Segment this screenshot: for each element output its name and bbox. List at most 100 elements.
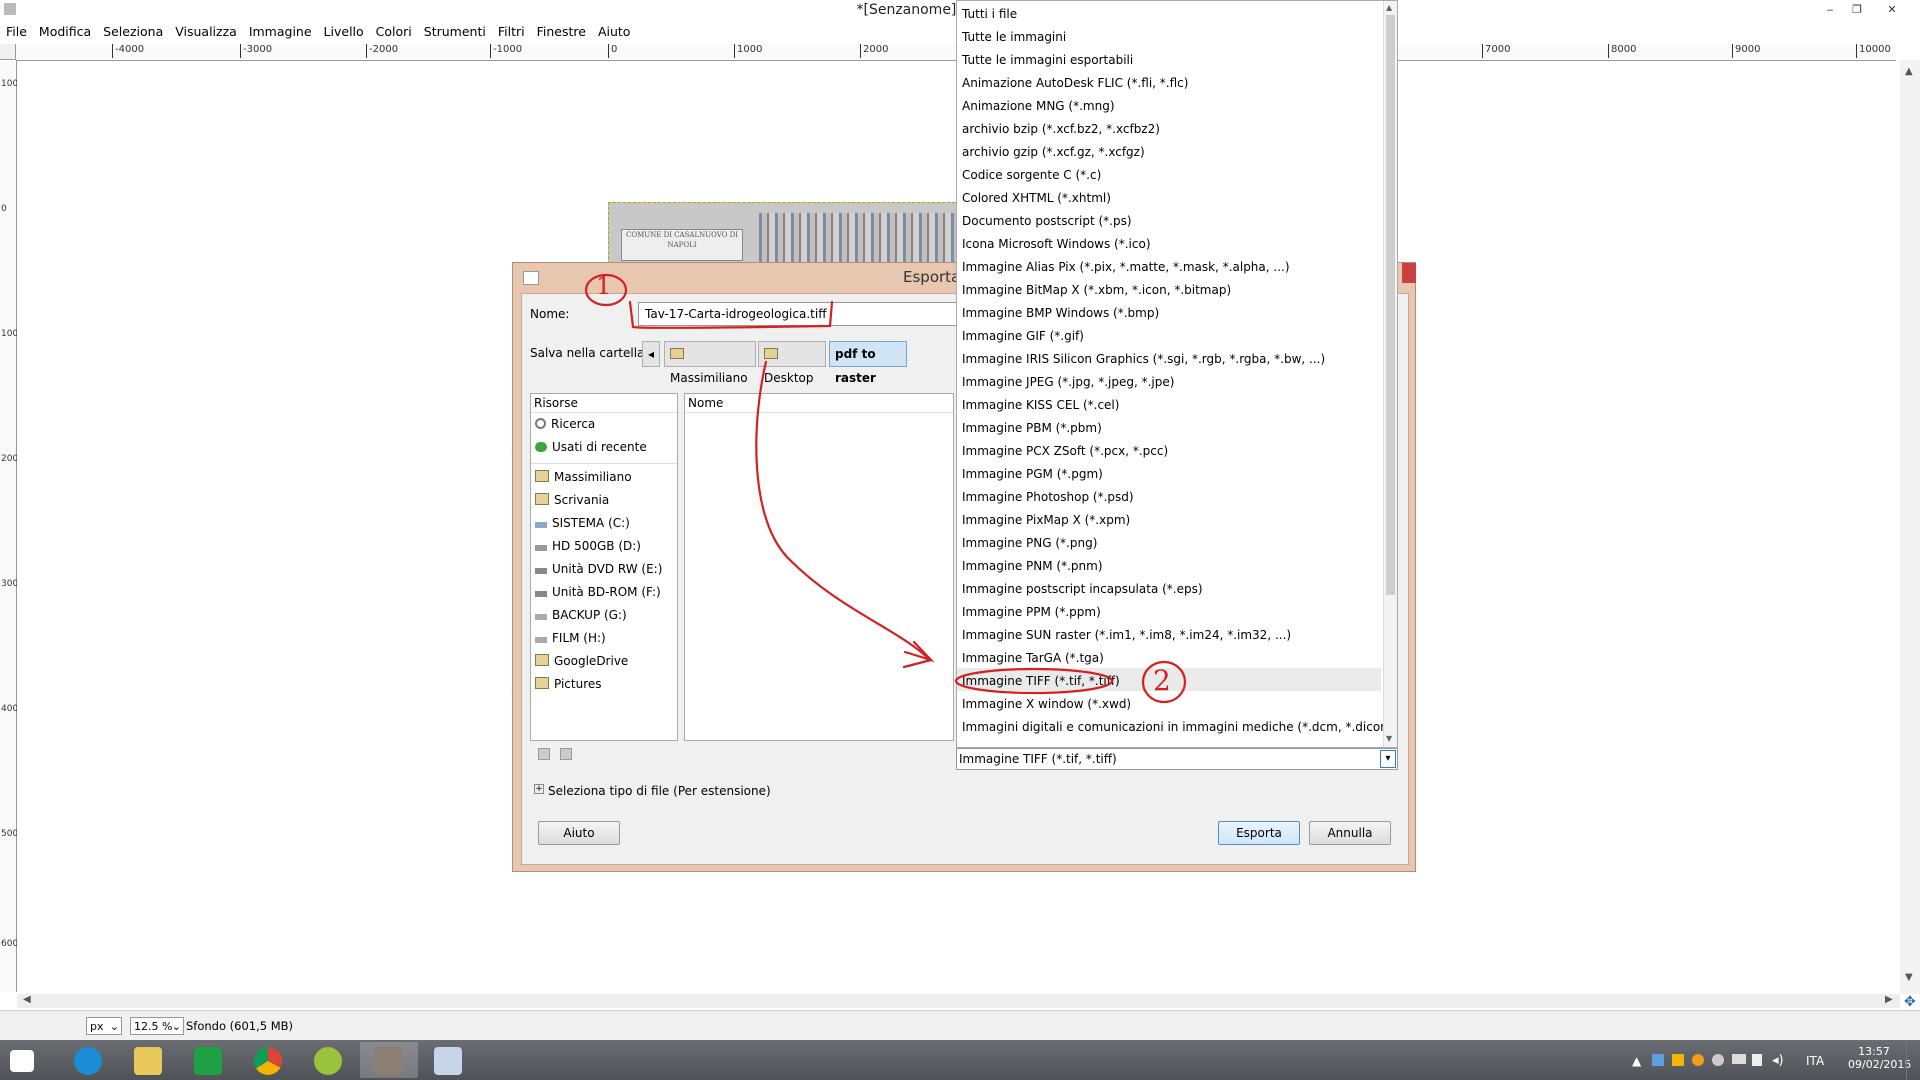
cancel-button[interactable]: Annulla [1309,821,1391,845]
dropdown-scrollbar[interactable]: ▲ ▼ [1383,1,1397,747]
files-header-name[interactable]: Nome [685,394,953,413]
menu-visualizza[interactable]: Visualizza [169,22,243,39]
scroll-left-icon[interactable]: ◀ [23,994,31,1005]
menu-seleziona[interactable]: Seleziona [97,22,169,39]
show-desktop-button[interactable] [1906,1040,1920,1080]
filetype-option[interactable]: Immagine postscript incapsulata (*.eps) [962,578,1203,601]
menu-strumenti[interactable]: Strumenti [418,22,492,39]
scroll-down-icon[interactable]: ▼ [1905,972,1913,983]
zoom-select[interactable]: 12.5 % ⌄ [130,1017,184,1035]
crumb-massimiliano[interactable]: Massimiliano [664,341,756,385]
place-film[interactable]: FILM (H:) [531,627,677,650]
filetype-select[interactable]: Immagine TIFF (*.tif, *.tiff) ▾ [956,748,1398,770]
windows-start-button[interactable] [0,1042,58,1078]
files-list[interactable]: Nome [684,393,954,741]
crumb-pdf-to-raster[interactable]: pdf to raster [829,341,907,385]
crumb-desktop[interactable]: Desktop [758,341,826,385]
filetype-option[interactable]: Immagine IRIS Silicon Graphics (*.sgi, *… [962,348,1325,371]
filetype-option[interactable]: Documento postscript (*.ps) [962,210,1132,233]
filetype-option[interactable]: Immagine Photoshop (*.psd) [962,486,1134,509]
menu-filtri[interactable]: Filtri [492,22,531,39]
taskbar-store[interactable] [180,1042,238,1078]
filetype-dropdown-list[interactable]: Tutti i file Tutte le immagini Tutte le im… [956,0,1398,748]
filetype-option[interactable]: Immagine PNG (*.png) [962,532,1097,555]
vertical-scrollbar[interactable]: ▲ ▼ [1900,60,1920,994]
place-dvd[interactable]: Unità DVD RW (E:) [531,558,677,581]
filetype-option[interactable]: Tutte le immagini esportabili [962,49,1133,72]
menu-file[interactable]: File [0,22,33,39]
add-bookmark-icon[interactable] [538,748,550,760]
filetype-option[interactable]: Immagine TarGA (*.tga) [962,647,1104,670]
filename-input[interactable] [638,302,958,326]
filetype-option[interactable]: Immagine Alias Pix (*.pix, *.matte, *.ma… [962,256,1290,279]
taskbar-explorer[interactable] [120,1042,178,1078]
filetype-option[interactable]: Immagine JPEG (*.jpg, *.jpeg, *.jpe) [962,371,1174,394]
filetype-option[interactable]: Animazione AutoDesk FLIC (*.fli, *.flc) [962,72,1188,95]
filetype-option[interactable]: Immagine KISS CEL (*.cel) [962,394,1119,417]
filetype-option[interactable]: archivio bzip (*.xcf.bz2, *.xcfbz2) [962,118,1160,141]
expander-plus-icon[interactable]: + [534,784,544,794]
scroll-right-icon[interactable]: ▶ [1885,994,1893,1005]
menu-colori[interactable]: Colori [370,22,418,39]
filetype-option[interactable]: archivio gzip (*.xcf.gz, *.xcfgz) [962,141,1145,164]
taskbar-ie[interactable] [60,1042,118,1078]
export-button[interactable]: Esporta [1218,821,1300,845]
place-recent[interactable]: Usati di recente [531,436,677,459]
filetype-option[interactable]: Immagine PixMap X (*.xpm) [962,509,1130,532]
filetype-option[interactable]: Tutti i file [962,3,1017,26]
scroll-down-icon[interactable]: ▼ [1386,734,1392,743]
remove-bookmark-icon[interactable] [560,748,572,760]
filetype-option[interactable]: Immagine PPM (*.ppm) [962,601,1101,624]
tray-flag-icon[interactable] [1752,1054,1762,1066]
scroll-up-icon[interactable]: ▲ [1386,3,1392,12]
unit-select[interactable]: px ⌄ [86,1017,122,1035]
filetype-option[interactable]: Tutte le immagini [962,26,1066,49]
place-pictures[interactable]: Pictures [531,673,677,696]
tray-volume-icon[interactable]: ◂) [1772,1053,1784,1068]
ruler-corner-button[interactable] [0,44,16,60]
taskbar-gimp[interactable] [360,1042,418,1078]
menu-immagine[interactable]: Immagine [243,22,318,39]
tray-app-icon[interactable] [1692,1054,1704,1066]
place-bdrom[interactable]: Unità BD-ROM (F:) [531,581,677,604]
horizontal-scrollbar[interactable]: ◀ ▶ [17,994,1900,1008]
filetype-option[interactable]: Immagine BitMap X (*.xbm, *.icon, *.bitm… [962,279,1231,302]
place-backup[interactable]: BACKUP (G:) [531,604,677,627]
scroll-up-icon[interactable]: ▲ [1905,66,1913,77]
filetype-option[interactable]: Animazione MNG (*.mng) [962,95,1115,118]
filetype-option[interactable]: Immagine PGM (*.pgm) [962,463,1103,486]
place-sistema[interactable]: SISTEMA (C:) [531,512,677,535]
restore-button[interactable]: ❐ [1845,2,1869,18]
tray-language[interactable]: ITA [1806,1054,1824,1068]
navigate-icon[interactable]: ✥ [1904,994,1916,1010]
menu-modifica[interactable]: Modifica [33,22,97,39]
filetype-option[interactable]: Immagine PCX ZSoft (*.pcx, *.pcc) [962,440,1168,463]
place-ricerca[interactable]: Ricerca [531,413,677,436]
chevron-down-icon[interactable]: ▾ [1380,750,1396,768]
close-button[interactable]: ✕ [1880,2,1904,18]
minimize-button[interactable]: ‒ [1818,2,1842,18]
taskbar-qgis[interactable] [300,1042,358,1078]
tray-skype-icon[interactable] [1652,1054,1664,1066]
filetype-option[interactable]: Immagine PNM (*.pnm) [962,555,1103,578]
taskbar-chrome[interactable] [240,1042,298,1078]
place-scrivania[interactable]: Scrivania [531,489,677,512]
place-hd500[interactable]: HD 500GB (D:) [531,535,677,558]
tray-network-icon[interactable] [1732,1054,1746,1064]
tray-drive-icon[interactable] [1672,1054,1684,1066]
filetype-option[interactable]: Immagine X window (*.xwd) [962,693,1131,716]
filetype-option[interactable]: Immagine PBM (*.pbm) [962,417,1102,440]
menu-livello[interactable]: Livello [318,22,370,39]
menu-aiuto[interactable]: Aiuto [592,22,637,39]
filetype-option-selected[interactable]: Immagine TIFF (*.tif, *.tiff) [962,670,1120,693]
tray-help-icon[interactable] [1712,1054,1724,1066]
menu-finestre[interactable]: Finestre [531,22,592,39]
filetype-option[interactable]: Codice sorgente C (*.c) [962,164,1101,187]
place-massimiliano[interactable]: Massimiliano [531,466,677,489]
filetype-option[interactable]: Colored XHTML (*.xhtml) [962,187,1111,210]
tray-clock[interactable]: 13:57 09/02/2015 [1848,1045,1911,1071]
crumb-back-button[interactable]: ◂ [642,341,660,367]
filetype-option[interactable]: Immagine GIF (*.gif) [962,325,1084,348]
dialog-close-button[interactable] [1402,263,1416,283]
taskbar-paint[interactable] [420,1042,478,1078]
